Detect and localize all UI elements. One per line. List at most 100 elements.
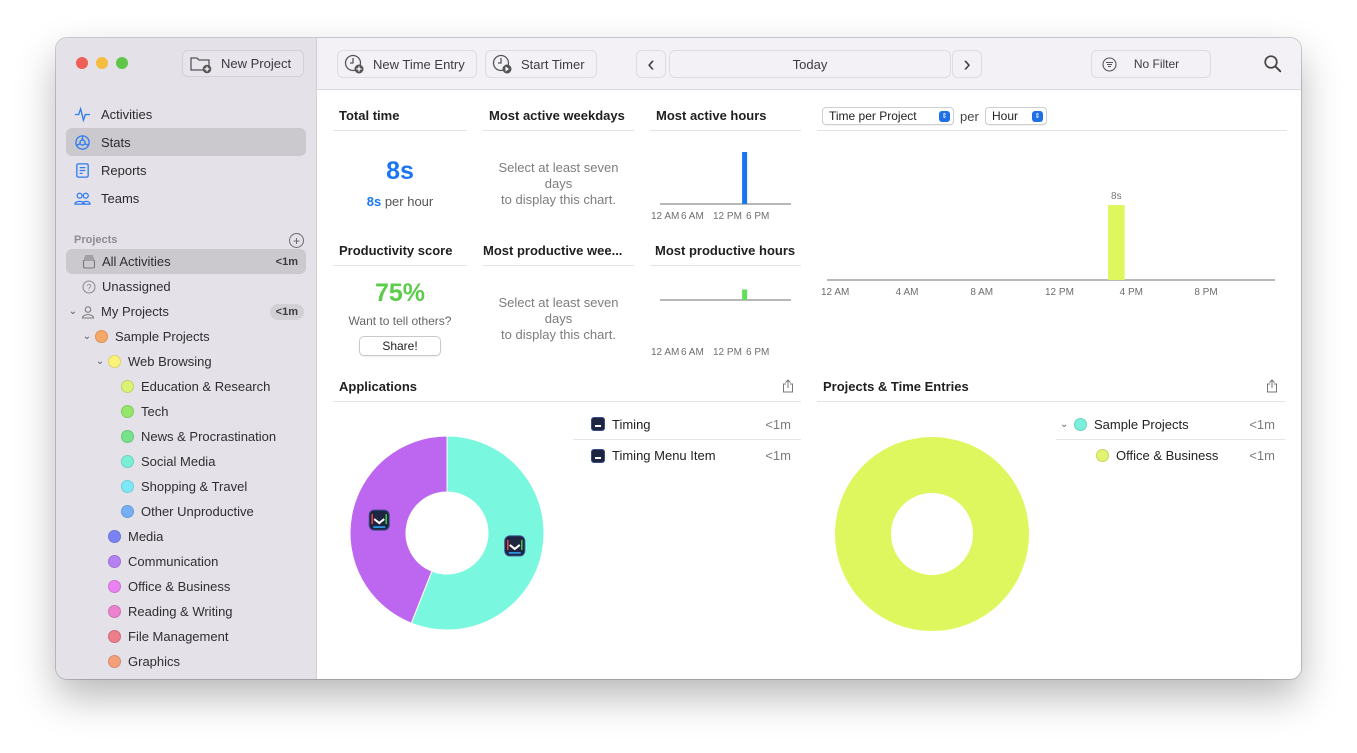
- chevron-down-icon[interactable]: ⌄: [95, 356, 105, 367]
- stepper-icon: ⇕: [1032, 111, 1043, 122]
- project-color-dot: [108, 530, 121, 543]
- application-row[interactable]: Timing <1m: [573, 409, 801, 440]
- project-item-education-research[interactable]: Education & Research: [66, 374, 306, 399]
- project-item-label: Other Unproductive: [141, 504, 254, 519]
- project-item-web-browsing[interactable]: ⌄ Web Browsing: [66, 349, 306, 374]
- project-color-dot: [121, 405, 134, 418]
- sidebar-item-label: Activities: [101, 106, 153, 122]
- project-item-label: Web Browsing: [128, 354, 212, 369]
- project-item-tech[interactable]: Tech: [66, 399, 306, 424]
- project-color-dot: [95, 330, 108, 343]
- duration-badge: <1m: [269, 303, 304, 320]
- share-icon[interactable]: [1266, 379, 1278, 393]
- close-window-button[interactable]: [76, 57, 88, 69]
- date-range-display[interactable]: Today: [669, 50, 951, 78]
- project-item-label: Tech: [141, 404, 169, 419]
- clock-play-icon: [492, 54, 512, 74]
- sidebar-item-label: Reports: [101, 162, 147, 178]
- project-item-media[interactable]: Media: [66, 524, 306, 549]
- project-item-reading-writing[interactable]: Reading & Writing: [66, 599, 306, 624]
- new-project-button[interactable]: New Project: [182, 50, 304, 77]
- unit-select[interactable]: Hour ⇕: [985, 107, 1047, 125]
- projects-section-label: Projects: [74, 234, 118, 246]
- project-item-label: Education & Research: [141, 379, 271, 394]
- project-tree: All Activities <1m ? Unassigned ⌄ My Pro…: [66, 249, 306, 674]
- project-item-shopping-travel[interactable]: Shopping & Travel: [66, 474, 306, 499]
- folder-add-icon: [190, 56, 212, 73]
- project-entry-row[interactable]: Office & Business <1m: [1056, 440, 1285, 471]
- project-item-label: News & Procrastination: [141, 429, 277, 444]
- project-color-dot: [108, 630, 121, 643]
- report-icon: [76, 162, 89, 178]
- project-item-my-projects[interactable]: ⌄ My Projects <1m: [66, 299, 306, 324]
- next-period-button[interactable]: ›: [952, 50, 982, 78]
- project-item-other-unproductive[interactable]: Other Unproductive: [66, 499, 306, 524]
- message-line: Select at least seven: [498, 160, 619, 175]
- share-prompt: Want to tell others?: [348, 314, 452, 328]
- date-range-label: Today: [792, 56, 828, 72]
- search-icon[interactable]: [1263, 54, 1283, 74]
- most-active-weekdays-title: Most active weekdays: [489, 108, 625, 123]
- tick-label: 12 AM: [821, 287, 849, 298]
- timing-app-icon: [591, 448, 605, 463]
- per-hour-value: 8s: [366, 194, 382, 209]
- project-item-label: Media: [128, 529, 164, 544]
- data-label: 8s: [1111, 191, 1122, 202]
- time-per-project-chart: 8s 12 AM 4 AM 8 AM 12 PM 4 PM 8 PM: [821, 191, 1275, 298]
- application-label: Timing: [612, 416, 651, 432]
- minimize-window-button[interactable]: [96, 57, 108, 69]
- clock-add-icon: [344, 54, 364, 74]
- project-item-communication[interactable]: Communication: [66, 549, 306, 574]
- sidebar-item-reports[interactable]: Reports: [66, 156, 306, 184]
- empty-chart-message: Select at least seven days to display th…: [483, 295, 634, 343]
- add-project-button[interactable]: +: [289, 233, 304, 248]
- message-line: to display this chart.: [501, 327, 616, 342]
- applications-title: Applications: [339, 379, 418, 394]
- application-duration: <1m: [765, 416, 791, 432]
- project-item-unassigned[interactable]: ? Unassigned: [66, 274, 306, 299]
- application-row[interactable]: Timing Menu Item <1m: [573, 440, 801, 471]
- chevron-down-icon[interactable]: ⌄: [68, 306, 78, 317]
- applications-donut-chart: [349, 435, 545, 631]
- hour-bar: [742, 289, 748, 300]
- project-entry-row[interactable]: ⌄ Sample Projects <1m: [1056, 409, 1285, 440]
- start-timer-button[interactable]: Start Timer: [485, 50, 597, 78]
- tick-label: 6 AM: [681, 211, 704, 222]
- filter-button[interactable]: No Filter: [1091, 50, 1211, 78]
- divider: [817, 130, 1287, 131]
- project-item-all-activities[interactable]: All Activities <1m: [66, 249, 306, 274]
- teams-icon: [74, 192, 91, 205]
- message-line: to display this chart.: [501, 192, 616, 207]
- metric-select[interactable]: Time per Project ⇕: [822, 107, 954, 125]
- project-item-label: Shopping & Travel: [141, 479, 248, 494]
- tick-label: 12 PM: [713, 347, 742, 358]
- project-item-office-business[interactable]: Office & Business: [66, 574, 306, 599]
- share-icon[interactable]: [782, 379, 794, 393]
- sidebar-item-stats[interactable]: Stats: [66, 128, 306, 156]
- chevron-down-icon[interactable]: ⌄: [1060, 419, 1074, 430]
- project-item-label: Sample Projects: [115, 329, 210, 344]
- project-item-social-media[interactable]: Social Media: [66, 449, 306, 474]
- sidebar-item-teams[interactable]: Teams: [66, 184, 306, 212]
- sidebar-item-label: Teams: [101, 190, 140, 206]
- tick-label: 4 AM: [896, 287, 919, 298]
- previous-period-button[interactable]: ‹: [636, 50, 666, 78]
- divider: [333, 265, 467, 266]
- sidebar-item-activities[interactable]: Activities: [66, 100, 306, 128]
- chevron-down-icon[interactable]: ⌄: [82, 331, 92, 342]
- tick-label: 4 PM: [1120, 287, 1143, 298]
- project-item-graphics[interactable]: Graphics: [66, 649, 306, 674]
- project-item-sample-projects[interactable]: ⌄ Sample Projects: [66, 324, 306, 349]
- total-time-value: 8s: [386, 157, 414, 185]
- project-item-label: Unassigned: [102, 279, 171, 294]
- metric-select-value: Time per Project: [829, 109, 917, 123]
- new-time-entry-button[interactable]: New Time Entry: [337, 50, 477, 78]
- share-button[interactable]: Share!: [359, 336, 441, 356]
- zoom-window-button[interactable]: [116, 57, 128, 69]
- tick-label: 6 AM: [681, 347, 704, 358]
- project-item-file-management[interactable]: File Management: [66, 624, 306, 649]
- project-item-news-procrastination[interactable]: News & Procrastination: [66, 424, 306, 449]
- project-color-dot: [121, 430, 134, 443]
- activity-icon: [74, 105, 91, 123]
- divider: [817, 401, 1285, 402]
